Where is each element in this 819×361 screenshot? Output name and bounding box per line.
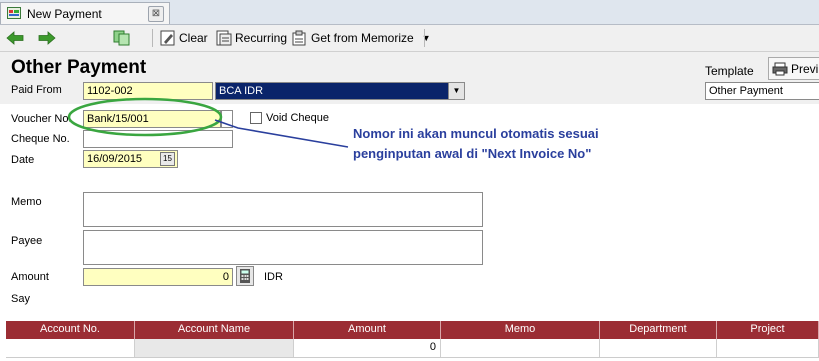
cell-memo[interactable] [441, 339, 600, 357]
column-header-project[interactable]: Project [717, 321, 819, 339]
cell-amount[interactable]: 0 [294, 339, 441, 357]
column-header-amount[interactable]: Amount [294, 321, 441, 339]
highlight-ellipse [67, 97, 223, 137]
cell-account-name [135, 339, 294, 357]
grid-header: Account No. Account Name Amount Memo Dep… [6, 321, 819, 339]
annotation-overlay [67, 97, 349, 148]
annotation-text: Nomor ini akan muncul otomatis sesuai pe… [353, 124, 653, 164]
annotation-line-1: Nomor ini akan muncul otomatis sesuai [353, 126, 599, 141]
table-row[interactable]: 0 [6, 339, 819, 358]
cell-account-no[interactable] [6, 339, 135, 357]
column-header-account-no[interactable]: Account No. [6, 321, 135, 339]
column-header-memo[interactable]: Memo [441, 321, 600, 339]
annotation-pointer [214, 119, 349, 148]
cell-project[interactable] [717, 339, 819, 357]
column-header-account-name[interactable]: Account Name [135, 321, 294, 339]
column-header-department[interactable]: Department [600, 321, 717, 339]
cell-department[interactable] [600, 339, 717, 357]
annotation-line-2: penginputan awal di "Next Invoice No" [353, 146, 592, 161]
